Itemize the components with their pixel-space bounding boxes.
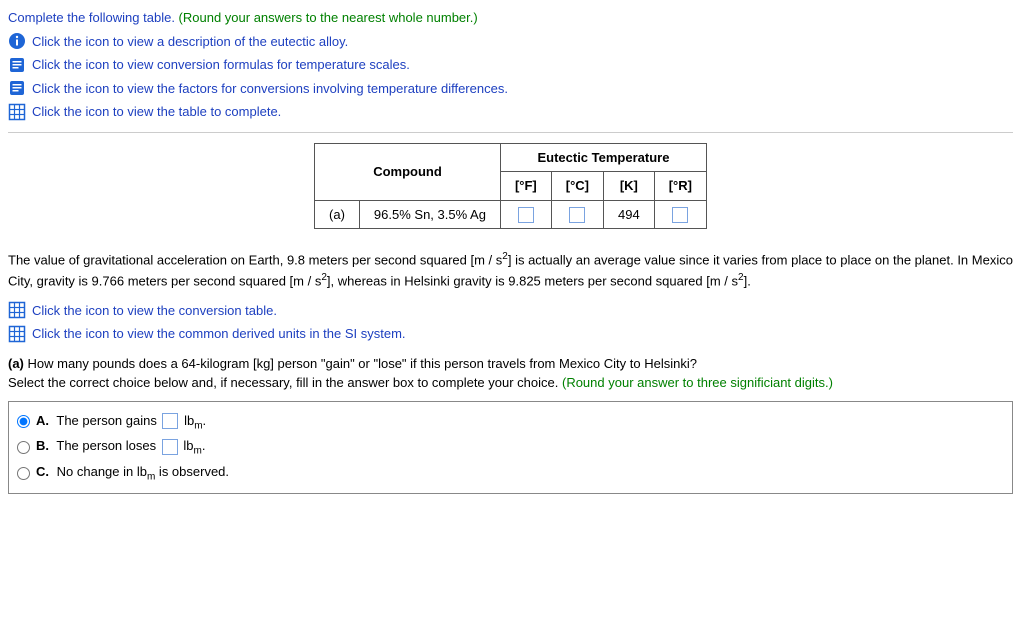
link-text: Click the icon to view the common derive… [32,324,406,344]
link-text: Click the icon to view conversion formul… [32,55,410,75]
input-c[interactable] [569,207,585,223]
th-r: [°R] [654,172,706,201]
q1-prompt-text: Complete the following table. [8,10,175,25]
choice-group: A. The person gains lbm. B. The person l… [8,401,1013,495]
link-si-units[interactable]: Click the icon to view the common derive… [8,324,1013,344]
part-a-question: (a) How many pounds does a 64-kilogram [… [8,354,1013,393]
link-eutectic-desc[interactable]: Click the icon to view a description of … [8,32,1013,52]
k-value: 494 [604,200,655,229]
input-gain[interactable] [162,413,178,429]
table-row: (a) 96.5% Sn, 3.5% Ag 494 [315,200,707,229]
link-text: Click the icon to view the table to comp… [32,102,281,122]
th-group: Eutectic Temperature [500,143,706,172]
q1-prompt: Complete the following table. (Round you… [8,8,1013,28]
row-label: (a) [315,200,360,229]
input-r[interactable] [672,207,688,223]
input-f[interactable] [518,207,534,223]
row-compound: 96.5% Sn, 3.5% Ag [359,200,500,229]
th-c: [°C] [551,172,603,201]
q2-text: The value of gravitational acceleration … [8,249,1013,291]
link-conversion-formulas[interactable]: Click the icon to view conversion formul… [8,55,1013,75]
table-icon [8,325,26,343]
choice-c[interactable]: C. No change in lbm is observed. [17,462,1004,485]
radio-b[interactable] [17,441,30,454]
table-icon [8,301,26,319]
link-text: Click the icon to view a description of … [32,32,348,52]
link-text: Click the icon to view the factors for c… [32,79,508,99]
radio-c[interactable] [17,467,30,480]
choice-a[interactable]: A. The person gains lbm. [17,411,1004,434]
link-temp-differences[interactable]: Click the icon to view the factors for c… [8,79,1013,99]
link-conversion-table[interactable]: Click the icon to view the conversion ta… [8,301,1013,321]
th-compound: Compound [315,143,501,200]
input-lose[interactable] [162,439,178,455]
eutectic-table: Compound Eutectic Temperature [°F] [°C] … [314,143,707,230]
document-icon [8,56,26,74]
th-k: [K] [604,172,655,201]
table-icon [8,103,26,121]
th-f: [°F] [500,172,551,201]
link-table-complete[interactable]: Click the icon to view the table to comp… [8,102,1013,122]
radio-a[interactable] [17,415,30,428]
divider [8,132,1013,133]
q1-prompt-note: (Round your answers to the nearest whole… [175,10,478,25]
choice-b[interactable]: B. The person loses lbm. [17,436,1004,459]
info-icon [8,32,26,50]
link-text: Click the icon to view the conversion ta… [32,301,277,321]
document-icon [8,79,26,97]
